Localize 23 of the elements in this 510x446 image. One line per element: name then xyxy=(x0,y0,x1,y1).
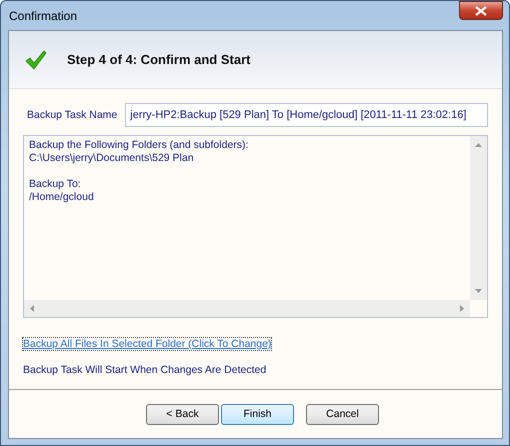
vertical-scrollbar[interactable] xyxy=(470,136,487,300)
summary-heading: Backup the Following Folders (and subfolders): xyxy=(29,139,248,152)
window-title: Confirmation xyxy=(8,8,78,22)
step-title: Step 4 of 4: Confirm and Start xyxy=(67,52,250,67)
dialog-button[interactable]: Finish xyxy=(221,404,294,424)
checkmark-icon xyxy=(25,50,47,70)
folder-path: /Home/gcloud xyxy=(29,191,94,204)
dialog-button[interactable]: Cancel xyxy=(306,404,379,424)
dialog-button[interactable]: < Back xyxy=(146,404,219,424)
task-name-field[interactable]: jerry-HP2:Backup [529 Plan] To [Home/gcloud] [2011-11-11 23:02:16] xyxy=(125,103,488,127)
scroll-right-icon xyxy=(460,305,464,312)
filter-link[interactable]: Backup All Files In Selected Folder (Click To Change) xyxy=(23,338,272,350)
scroll-down-icon xyxy=(475,289,482,293)
task-name-label: Backup Task Name xyxy=(27,109,118,121)
close-icon xyxy=(474,6,488,16)
schedule-note: Backup Task Will Start When Changes Are Detected xyxy=(23,364,268,376)
folder-path: C:\Users\jerry\Documents\529 Plan xyxy=(29,152,194,165)
scroll-left-icon xyxy=(30,305,34,312)
close-button[interactable] xyxy=(459,1,503,20)
summary-text-area[interactable]: Backup the Following Folders (and subfolders): C:\Users\jerry\Documents\529 Plan Backup To: /Home/gcloud xyxy=(23,135,488,318)
horizontal-scrollbar[interactable] xyxy=(24,300,470,317)
summary-heading: Backup To: xyxy=(29,178,81,191)
scroll-up-icon xyxy=(475,143,482,147)
